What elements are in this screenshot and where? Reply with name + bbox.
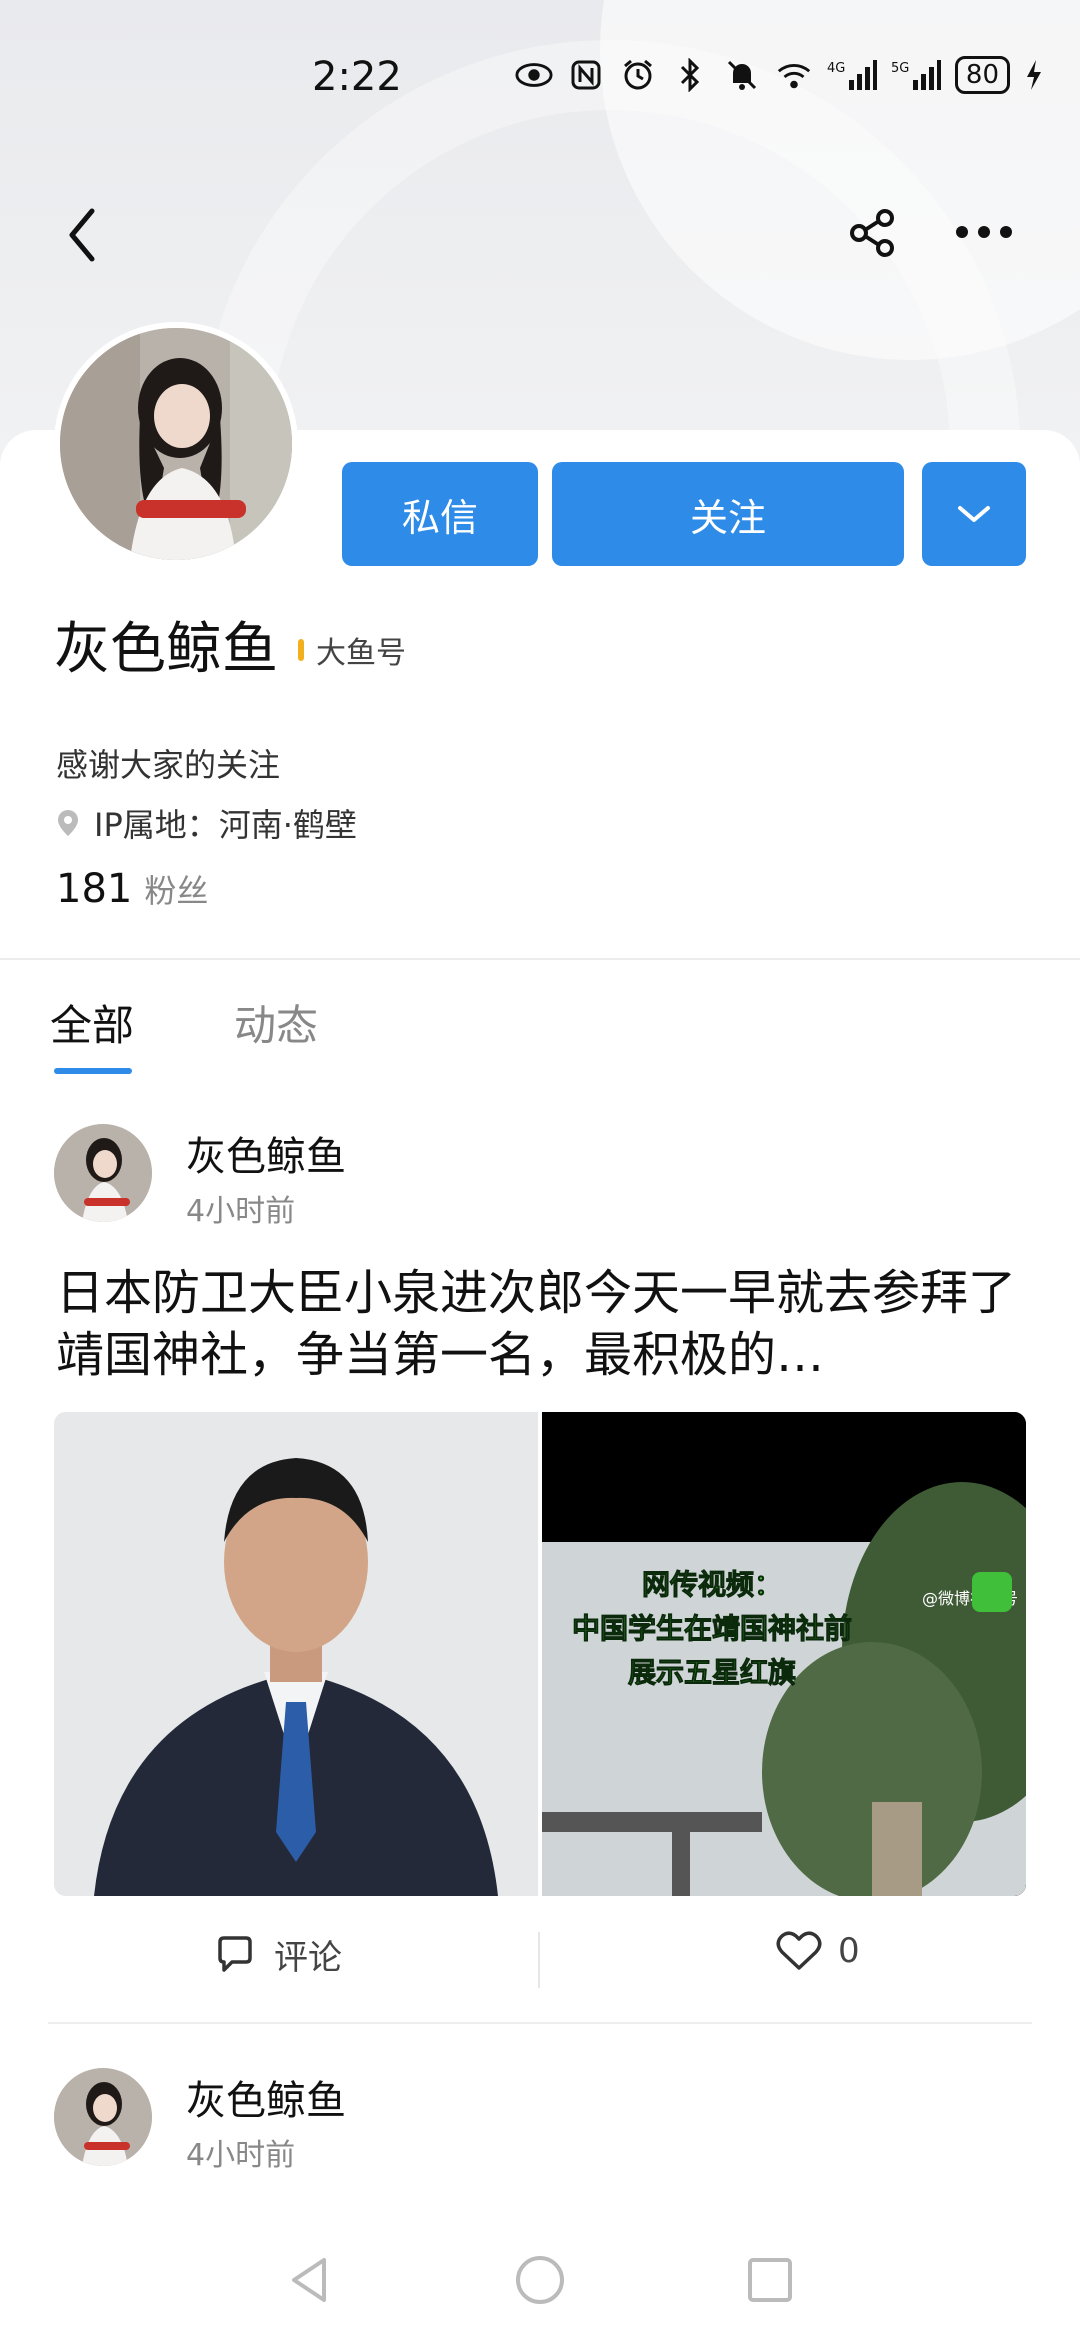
- video-caption-line-1: 网传视频：: [642, 1568, 782, 1601]
- badge-label: 大鱼号: [316, 636, 406, 671]
- nav-recents-square-icon[interactable]: [742, 2252, 798, 2308]
- post-author-name[interactable]: 灰色鲸鱼: [186, 1124, 346, 1182]
- heart-icon: [776, 1931, 822, 1970]
- recommend-dropdown-button[interactable]: [922, 462, 1026, 566]
- share-icon[interactable]: [848, 208, 898, 258]
- alarm-icon: [619, 56, 657, 94]
- profile-name: 灰色鲸鱼: [54, 617, 278, 682]
- system-navigation-bar: [0, 2230, 1080, 2330]
- comment-label: 评论: [274, 1938, 342, 1978]
- follow-button[interactable]: 关注: [552, 462, 904, 566]
- active-tab-indicator: [54, 1068, 132, 1074]
- fans-count: 181: [56, 866, 133, 912]
- wifi-icon: [775, 56, 813, 94]
- eye-icon: [515, 56, 553, 94]
- svg-text:5G: 5G: [891, 61, 909, 76]
- signal-icon: 4G: [827, 56, 877, 94]
- nfc-icon: [567, 56, 605, 94]
- signal-5g-icon: 5G: [891, 56, 941, 94]
- post-author-avatar[interactable]: [54, 1124, 152, 1222]
- video-caption-line-3: 展示五星红旗: [628, 1656, 796, 1689]
- profile-intro: 感谢大家的关注: [56, 746, 281, 784]
- mute-icon: [723, 56, 761, 94]
- back-icon[interactable]: [62, 205, 106, 265]
- fans-stat[interactable]: 181 粉丝: [56, 866, 208, 912]
- like-count: 0: [838, 1931, 860, 1971]
- tab-dynamic[interactable]: 动态: [234, 992, 318, 1053]
- status-bar: 2:22 4G 5G 80: [0, 40, 1080, 120]
- ip-location-text: IP属地：河南·鹤壁: [94, 806, 357, 844]
- bluetooth-icon: [671, 56, 709, 94]
- post-divider: [48, 2022, 1032, 2024]
- charging-icon: [1024, 56, 1044, 94]
- post-actions: 评论 0: [48, 1920, 1032, 2000]
- profile-avatar[interactable]: [54, 322, 298, 566]
- fans-label: 粉丝: [144, 872, 209, 910]
- comment-icon: [218, 1935, 252, 1972]
- battery-icon: 80: [954, 56, 1010, 94]
- badge-marker: [298, 639, 304, 661]
- video-caption-line-2: 中国学生在靖国神社前: [572, 1612, 852, 1645]
- message-button[interactable]: 私信: [342, 462, 538, 566]
- post-author-avatar[interactable]: [54, 2068, 152, 2166]
- ip-location: IP属地：河南·鹤壁: [56, 800, 357, 846]
- section-divider: [0, 958, 1080, 960]
- status-time: 2:22: [312, 54, 402, 100]
- post-author-name[interactable]: 灰色鲸鱼: [186, 2068, 346, 2126]
- post-text[interactable]: 日本防卫大臣小泉进次郎今天一早就去参拜了靖国神社，争当第一名，最积极的…: [56, 1262, 1036, 1386]
- post-image-video-still[interactable]: 网传视频： 中国学生在靖国神社前 展示五星红旗 @微博视频号: [542, 1412, 1026, 1896]
- location-pin-icon: [58, 810, 78, 836]
- comment-button[interactable]: 评论: [214, 1930, 342, 1979]
- tab-all[interactable]: 全部: [50, 992, 134, 1053]
- status-icons: 4G 5G 80: [515, 56, 1044, 94]
- post-time: 4小时前: [186, 2138, 296, 2173]
- like-button[interactable]: 0: [776, 1930, 860, 1972]
- nav-back-triangle-icon[interactable]: [282, 2252, 338, 2308]
- svg-text:4G: 4G: [827, 61, 845, 76]
- nav-home-circle-icon[interactable]: [512, 2252, 568, 2308]
- account-badge: 大鱼号: [298, 628, 406, 672]
- action-separator: [538, 1932, 540, 1988]
- video-logo-icon: [972, 1572, 1012, 1612]
- chevron-down-icon: [958, 506, 990, 522]
- post-image-portrait[interactable]: [54, 1412, 538, 1896]
- post-time: 4小时前: [186, 1194, 296, 1229]
- more-icon[interactable]: [954, 222, 1014, 242]
